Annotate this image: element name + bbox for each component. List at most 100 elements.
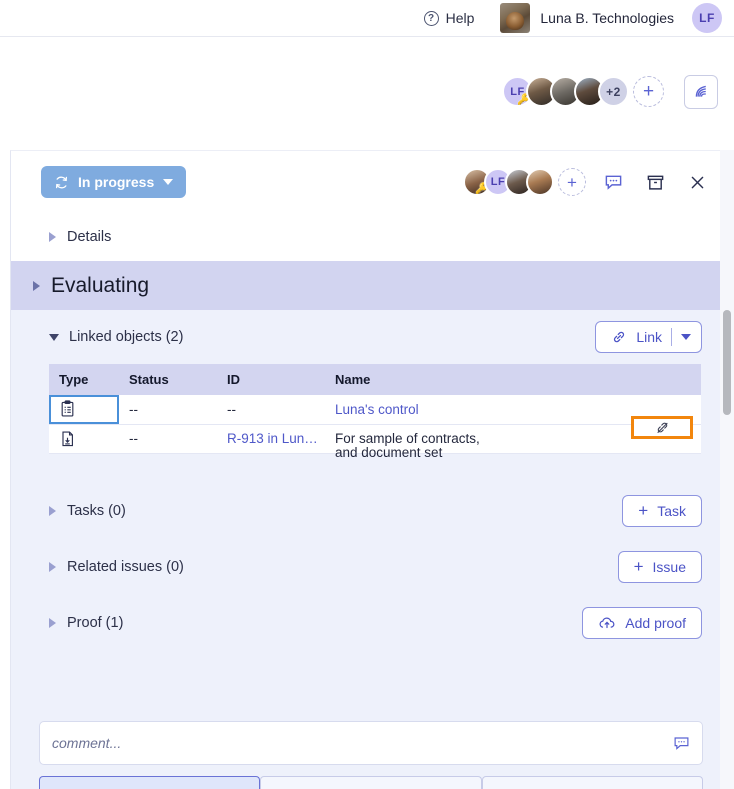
add-issue-label: Issue — [653, 559, 686, 575]
unlink-button[interactable] — [631, 416, 693, 439]
linked-objects-header[interactable]: Linked objects (2) Link — [49, 310, 702, 364]
panel-scrollbar[interactable] — [720, 150, 734, 789]
proof-header[interactable]: Proof (1) Add proof — [49, 596, 702, 650]
document-download-icon — [59, 430, 119, 448]
linked-objects-label: Linked objects (2) — [69, 329, 183, 345]
bottom-tab-1[interactable] — [39, 776, 260, 789]
link-dropdown-chevron-icon[interactable] — [681, 334, 691, 340]
add-task-label: Task — [657, 503, 686, 519]
chevron-right-icon — [49, 562, 56, 572]
add-assignee-button[interactable]: + — [558, 168, 586, 196]
plus-icon: + — [638, 502, 648, 519]
column-header-status[interactable]: Status — [119, 364, 217, 395]
top-header: ? Help Luna B. Technologies LF — [0, 0, 734, 36]
table-header-row: Type Status ID Name — [49, 364, 701, 395]
tasks-label: Tasks (0) — [67, 503, 126, 519]
bottom-tab-3[interactable] — [482, 776, 703, 789]
user-initials: LF — [699, 11, 715, 25]
linked-objects-table: Type Status ID Name — [49, 364, 701, 454]
archive-icon[interactable] — [640, 167, 670, 197]
assignee-stack: 🔑 LF + — [463, 168, 586, 196]
section-details[interactable]: Details — [11, 213, 724, 261]
section-evaluating-label: Evaluating — [51, 274, 149, 298]
chain-link-icon — [611, 329, 627, 345]
chevron-right-icon — [49, 232, 56, 242]
section-details-label: Details — [67, 229, 111, 245]
column-header-type[interactable]: Type — [49, 364, 119, 395]
bottom-tab-2[interactable] — [260, 776, 481, 789]
table-row[interactable]: -- R-913 in Lun… For sample of contracts… — [49, 424, 701, 453]
clipboard-checklist-icon — [59, 400, 119, 418]
organization-selector[interactable]: Luna B. Technologies — [500, 3, 674, 33]
section-linked-objects: Linked objects (2) Link — [11, 310, 724, 454]
comment-bubble-icon[interactable] — [673, 735, 690, 752]
column-header-name[interactable]: Name — [325, 364, 701, 395]
row-2-type-cell[interactable] — [49, 424, 119, 453]
chevron-down-icon — [163, 179, 173, 185]
status-label: In progress — [78, 174, 154, 190]
related-issues-header[interactable]: Related issues (0) + Issue — [49, 540, 702, 594]
panel-content: Details Evaluating Linked objects (2) — [11, 213, 724, 789]
bottom-tab-bar — [39, 776, 703, 789]
section-proof: Proof (1) Add proof — [11, 596, 724, 650]
dog-photo-avatar — [500, 3, 530, 33]
chevron-right-icon — [33, 281, 40, 291]
comment-input[interactable] — [52, 735, 673, 751]
rss-feed-button[interactable] — [684, 75, 718, 109]
row-2-name: For sample of contracts, and document se… — [325, 424, 639, 453]
related-issues-label: Related issues (0) — [67, 559, 184, 575]
assignee-avatar-3[interactable] — [526, 168, 554, 196]
assignee-initials: LF — [491, 176, 505, 188]
overflow-count-label: +2 — [606, 85, 621, 99]
table-row[interactable]: -- -- Luna's control — [49, 395, 701, 424]
row-2-status: -- — [119, 424, 217, 453]
organization-name: Luna B. Technologies — [540, 10, 674, 26]
row-2-id-link[interactable]: R-913 in Lun… — [227, 431, 318, 446]
cloud-upload-icon — [598, 615, 616, 631]
avatar-stack: LF 🔑 +2 + — [502, 76, 664, 107]
button-divider — [671, 328, 672, 346]
link-button[interactable]: Link — [595, 321, 702, 353]
question-circle-icon: ? — [424, 11, 439, 26]
add-task-button[interactable]: + Task — [622, 495, 702, 527]
chevron-down-icon — [49, 334, 59, 341]
add-assignee-label: + — [567, 174, 577, 191]
add-issue-button[interactable]: + Issue — [618, 551, 702, 583]
panel-toolbar: In progress 🔑 LF + — [11, 151, 724, 213]
column-header-id[interactable]: ID — [217, 364, 325, 395]
row-2-name-clipped: and document set — [335, 445, 442, 460]
comment-icon[interactable] — [598, 167, 628, 197]
collaborators-row: LF 🔑 +2 + — [0, 37, 734, 146]
link-button-label: Link — [636, 329, 662, 345]
close-icon[interactable] — [682, 167, 712, 197]
avatar-overflow-count[interactable]: +2 — [598, 76, 629, 107]
scrollbar-thumb[interactable] — [723, 310, 731, 415]
section-evaluating[interactable]: Evaluating — [11, 261, 724, 310]
comment-input-wrapper[interactable] — [39, 721, 703, 765]
rss-feed-icon — [693, 83, 710, 100]
plus-icon: + — [634, 558, 644, 575]
comment-area — [11, 707, 724, 789]
row-2-id[interactable]: R-913 in Lun… — [217, 424, 325, 453]
add-member-label: + — [643, 82, 654, 101]
row-1-name-link[interactable]: Luna's control — [335, 402, 419, 417]
row-2-actions — [639, 424, 701, 453]
status-dropdown-button[interactable]: In progress — [41, 166, 186, 198]
chevron-right-icon — [49, 506, 56, 516]
help-button[interactable]: ? Help — [424, 10, 475, 26]
user-avatar[interactable]: LF — [692, 3, 722, 33]
panel-toolbar-right: 🔑 LF + — [463, 167, 712, 197]
detail-panel: In progress 🔑 LF + — [10, 150, 724, 789]
proof-label: Proof (1) — [67, 615, 123, 631]
add-proof-button[interactable]: Add proof — [582, 607, 702, 639]
tasks-header[interactable]: Tasks (0) + Task — [49, 484, 702, 538]
help-label: Help — [446, 10, 475, 26]
row-1-id: -- — [217, 395, 325, 424]
section-related-issues: Related issues (0) + Issue — [11, 540, 724, 594]
unlink-icon — [655, 420, 670, 435]
section-tasks: Tasks (0) + Task — [11, 484, 724, 538]
row-1-status: -- — [119, 395, 217, 424]
add-member-button[interactable]: + — [633, 76, 664, 107]
row-1-type-cell[interactable] — [49, 395, 119, 424]
app-root: ? Help Luna B. Technologies LF LF 🔑 +2 + — [0, 0, 734, 789]
